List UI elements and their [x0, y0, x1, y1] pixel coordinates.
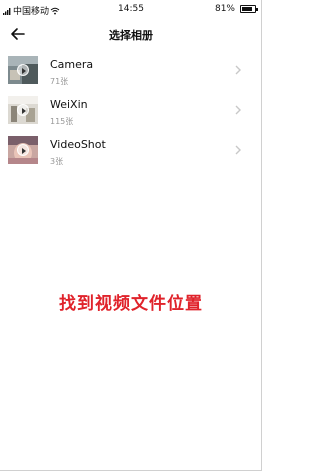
chevron-right-icon: [235, 145, 241, 155]
album-row-camera[interactable]: Camera 71张: [0, 52, 262, 92]
album-count: 115张: [50, 117, 74, 126]
album-name: VideoShot: [50, 138, 106, 151]
annotation-caption: 找到视频文件位置: [59, 294, 203, 314]
battery-fill: [242, 7, 252, 11]
album-row-videoshot[interactable]: VideoShot 3张: [0, 132, 262, 172]
chevron-right-icon: [235, 65, 241, 75]
frame-edge-right: [261, 0, 262, 471]
album-list: Camera 71张 WeiXin 115张 VideoShot 3张: [0, 52, 262, 172]
album-thumbnail: [8, 96, 38, 124]
album-count: 3张: [50, 157, 64, 166]
nav-bar: 选择相册: [0, 20, 262, 48]
battery-icon: [240, 5, 258, 13]
album-thumbnail: [8, 56, 38, 84]
album-name: WeiXin: [50, 98, 88, 111]
album-thumbnail: [8, 136, 38, 164]
status-right: 81%: [214, 4, 258, 14]
album-count: 71张: [50, 77, 69, 86]
play-icon: [17, 104, 29, 116]
album-row-weixin[interactable]: WeiXin 115张: [0, 92, 262, 132]
page-title: 选择相册: [109, 29, 153, 42]
battery-percent: 81%: [214, 4, 235, 14]
chevron-right-icon: [235, 105, 241, 115]
status-bar: 中国移动 14:55 81%: [0, 0, 262, 18]
album-name: Camera: [50, 58, 94, 71]
play-icon: [17, 144, 29, 156]
play-icon: [17, 64, 29, 76]
